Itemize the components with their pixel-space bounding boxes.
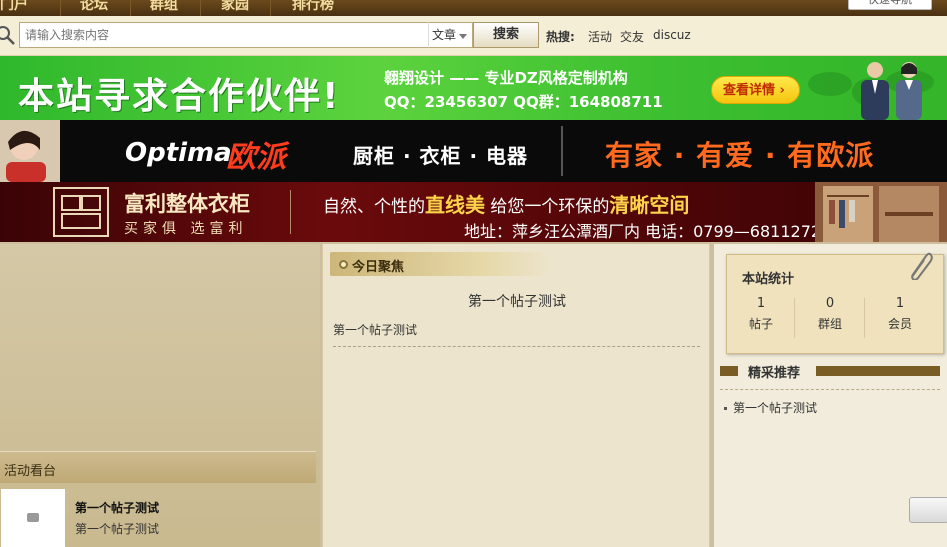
left-column: 活动看台 第一个帖子测试 第一个帖子测试 bbox=[0, 244, 320, 547]
hot-search-link[interactable]: 活动 bbox=[588, 28, 612, 45]
fuli-address: 地址：萍乡汪公潭酒厂内 电话：0799—6811272 bbox=[464, 222, 822, 241]
paperclip-icon bbox=[911, 252, 933, 280]
oppein-logo-text: 欧派 bbox=[226, 140, 286, 175]
optima-logo-text: Optima bbox=[125, 138, 232, 168]
search-icon bbox=[0, 26, 15, 45]
fuli-slogan: 自然、个性的直线美 给您一个环保的清晰空间 bbox=[323, 189, 689, 218]
slogan-part: 给您一个环保的 bbox=[485, 197, 610, 217]
activity-post-title[interactable]: 第一个帖子测试 bbox=[75, 499, 159, 516]
oppein-ad-banner[interactable]: Optima 欧派 厨柜 · 衣柜 · 电器 有家 · 有爱 · 有欧派 bbox=[0, 120, 947, 182]
stat-label: 会员 bbox=[887, 317, 912, 331]
stat-label: 帖子 bbox=[748, 317, 773, 331]
product-categories: 厨柜 · 衣柜 · 电器 bbox=[353, 144, 529, 168]
nav-item-ranking[interactable]: 排行榜 bbox=[292, 0, 334, 14]
nav-divider bbox=[270, 0, 271, 16]
slogan-part: 自然、个性的 bbox=[323, 197, 425, 217]
search-type-select[interactable]: 文章 bbox=[428, 22, 473, 48]
wardrobe-image bbox=[815, 182, 947, 242]
stat-value: 0 bbox=[825, 296, 835, 311]
search-button[interactable]: 搜索 bbox=[473, 22, 539, 48]
fuli-wardrobe-ad-banner[interactable]: 富利整体衣柜 买家俱 选富利 自然、个性的直线美 给您一个环保的清晰空间 地址：… bbox=[0, 182, 947, 242]
activity-section-header: 活动看台 bbox=[0, 451, 316, 483]
fuli-brand-name: 富利整体衣柜 bbox=[124, 192, 250, 216]
nav-item-forum[interactable]: 论坛 bbox=[80, 0, 108, 14]
recommend-section-title: 精采推荐 bbox=[748, 366, 801, 381]
banner-slogan: 有家 · 有爱 · 有欧派 bbox=[605, 139, 875, 172]
search-bar: 文章 搜索 热搜: 活动 交友 discuz bbox=[0, 16, 947, 56]
banner-divider bbox=[290, 190, 291, 234]
header-bar-decoration bbox=[816, 366, 940, 376]
businesswoman-image bbox=[896, 62, 922, 120]
camera-icon bbox=[27, 513, 39, 522]
nav-item-portal[interactable]: 门户 bbox=[0, 0, 28, 14]
stat-value: 1 bbox=[895, 296, 905, 311]
dashed-divider bbox=[333, 346, 700, 347]
nav-item-groups[interactable]: 群组 bbox=[150, 0, 178, 14]
nav-divider bbox=[60, 0, 61, 16]
quick-nav-button[interactable]: 快速导航 bbox=[848, 0, 932, 10]
stat-groups: 0 群组 bbox=[795, 296, 865, 332]
bullet-icon bbox=[724, 407, 727, 410]
focus-post-summary: 第一个帖子测试 bbox=[333, 323, 418, 337]
activity-post-summary: 第一个帖子测试 bbox=[75, 522, 160, 536]
businessman-image bbox=[861, 62, 889, 120]
search-type-value: 文章 bbox=[432, 28, 457, 42]
nav-divider bbox=[130, 0, 131, 16]
scroll-to-top-button[interactable] bbox=[909, 497, 947, 523]
hot-search-link[interactable]: discuz bbox=[653, 28, 691, 42]
hot-search-link[interactable]: 交友 bbox=[620, 28, 644, 45]
recommend-section-header: 精采推荐 bbox=[720, 362, 940, 384]
bullet-icon bbox=[339, 260, 348, 269]
nav-divider bbox=[200, 0, 201, 16]
activity-section-title: 活动看台 bbox=[4, 464, 57, 479]
header-bar-decoration bbox=[720, 366, 738, 376]
banner-divider bbox=[561, 126, 563, 176]
activity-thumbnail[interactable] bbox=[1, 489, 65, 547]
banner-contact: QQ：23456307 QQ群：164808711 bbox=[384, 93, 663, 111]
right-sidebar: 本站统计 1 帖子 0 群组 1 会员 精采推荐 第一个帖子测试 bbox=[714, 244, 947, 547]
fuli-logo-icon bbox=[53, 187, 109, 237]
focus-section-title: 今日聚焦 bbox=[352, 260, 405, 275]
woman-image bbox=[0, 120, 60, 182]
view-details-button[interactable]: 查看详情 › bbox=[711, 76, 800, 104]
search-input[interactable] bbox=[19, 22, 429, 48]
nav-item-home[interactable]: 家园 bbox=[221, 0, 249, 14]
site-stats-title: 本站统计 bbox=[742, 272, 795, 287]
slogan-highlight: 直线美 bbox=[425, 193, 485, 217]
fuli-subtitle: 买家俱 选富利 bbox=[124, 221, 248, 237]
today-focus-panel: 今日聚焦 第一个帖子测试 第一个帖子测试 bbox=[322, 244, 710, 547]
recommend-item-title: 第一个帖子测试 bbox=[733, 401, 818, 415]
stat-posts: 1 帖子 bbox=[726, 296, 796, 332]
hot-search-label: 热搜: bbox=[546, 30, 575, 44]
partner-ad-banner[interactable]: 本站寻求合作伙伴! 翱翔设计 —— 专业DZ风格定制机构 QQ：23456307… bbox=[0, 56, 947, 120]
dashed-divider bbox=[720, 389, 940, 390]
banner-tagline: 翱翔设计 —— 专业DZ风格定制机构 bbox=[384, 69, 628, 87]
stat-label: 群组 bbox=[817, 317, 842, 331]
top-nav: 门户 论坛 群组 家园 排行榜 快速导航 bbox=[0, 0, 947, 16]
focus-post-title[interactable]: 第一个帖子测试 bbox=[323, 291, 711, 311]
chevron-down-icon bbox=[459, 34, 467, 39]
focus-section-header: 今日聚焦 bbox=[330, 252, 550, 276]
recommend-list-item[interactable]: 第一个帖子测试 bbox=[724, 399, 817, 416]
stat-value: 1 bbox=[756, 296, 766, 311]
banner-headline: 本站寻求合作伙伴! bbox=[18, 76, 341, 117]
stat-members: 1 会员 bbox=[865, 296, 935, 332]
slogan-highlight: 清晰空间 bbox=[609, 193, 690, 217]
